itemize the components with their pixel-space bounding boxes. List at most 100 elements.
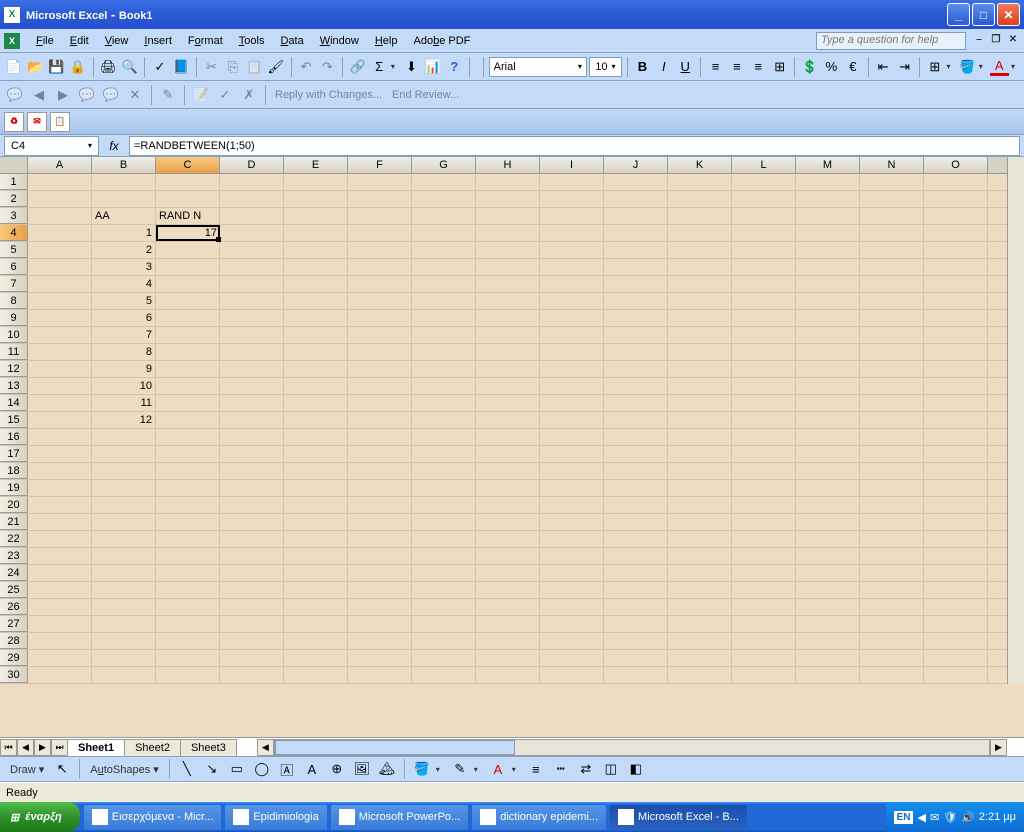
cell-G4[interactable] xyxy=(412,225,476,241)
cell-K22[interactable] xyxy=(668,531,732,547)
cell-O10[interactable] xyxy=(924,327,988,343)
tray-icon[interactable]: 🔊 xyxy=(961,811,975,824)
last-sheet-button[interactable]: ⏭ xyxy=(51,739,68,756)
row-header-24[interactable]: 24 xyxy=(0,565,28,581)
cell-L30[interactable] xyxy=(732,667,796,683)
cell-J1[interactable] xyxy=(604,174,668,190)
cell-C14[interactable] xyxy=(156,395,220,411)
cell-A7[interactable] xyxy=(28,276,92,292)
system-tray[interactable]: EN ◀ ✉ 🛡 🔊 2:21 μμ xyxy=(886,802,1024,832)
cell-K29[interactable] xyxy=(668,650,732,666)
cell-J14[interactable] xyxy=(604,395,668,411)
cell-O15[interactable] xyxy=(924,412,988,428)
cell-I21[interactable] xyxy=(540,514,604,530)
cell-K13[interactable] xyxy=(668,378,732,394)
cell-N3[interactable] xyxy=(860,208,924,224)
cell-D6[interactable] xyxy=(220,259,284,275)
clock[interactable]: 2:21 μμ xyxy=(979,811,1016,823)
first-sheet-button[interactable]: ⏮ xyxy=(0,739,17,756)
cell-E9[interactable] xyxy=(284,310,348,326)
row-header-20[interactable]: 20 xyxy=(0,497,28,513)
cell-I16[interactable] xyxy=(540,429,604,445)
underline-icon[interactable]: U xyxy=(676,56,695,78)
cell-K2[interactable] xyxy=(668,191,732,207)
cell-H25[interactable] xyxy=(476,582,540,598)
cell-N12[interactable] xyxy=(860,361,924,377)
cell-C6[interactable] xyxy=(156,259,220,275)
row-header-17[interactable]: 17 xyxy=(0,446,28,462)
mdi-close-button[interactable]: ✕ xyxy=(1006,34,1020,48)
cell-G23[interactable] xyxy=(412,548,476,564)
tray-icon[interactable]: 🛡 xyxy=(943,811,957,824)
cell-D7[interactable] xyxy=(220,276,284,292)
cell-B19[interactable] xyxy=(92,480,156,496)
cell-D25[interactable] xyxy=(220,582,284,598)
cell-A4[interactable] xyxy=(28,225,92,241)
menu-edit[interactable]: Edit xyxy=(62,32,97,50)
cell-A25[interactable] xyxy=(28,582,92,598)
row-header-29[interactable]: 29 xyxy=(0,650,28,666)
cell-A12[interactable] xyxy=(28,361,92,377)
cell-J6[interactable] xyxy=(604,259,668,275)
cell-I12[interactable] xyxy=(540,361,604,377)
cell-C4[interactable]: 17 xyxy=(156,225,220,241)
cell-L5[interactable] xyxy=(732,242,796,258)
cell-A11[interactable] xyxy=(28,344,92,360)
cell-G17[interactable] xyxy=(412,446,476,462)
cell-O13[interactable] xyxy=(924,378,988,394)
cell-I9[interactable] xyxy=(540,310,604,326)
cell-H1[interactable] xyxy=(476,174,540,190)
cell-A1[interactable] xyxy=(28,174,92,190)
cell-D8[interactable] xyxy=(220,293,284,309)
col-header-M[interactable]: M xyxy=(796,157,860,173)
col-header-J[interactable]: J xyxy=(604,157,668,173)
cell-M8[interactable] xyxy=(796,293,860,309)
cell-F5[interactable] xyxy=(348,242,412,258)
cell-I20[interactable] xyxy=(540,497,604,513)
cell-A19[interactable] xyxy=(28,480,92,496)
menu-format[interactable]: Format xyxy=(180,32,231,50)
cell-I10[interactable] xyxy=(540,327,604,343)
help-icon[interactable]: ? xyxy=(445,56,464,78)
cell-E18[interactable] xyxy=(284,463,348,479)
cell-I23[interactable] xyxy=(540,548,604,564)
cell-D23[interactable] xyxy=(220,548,284,564)
row-header-4[interactable]: 4 xyxy=(0,225,28,241)
cell-H30[interactable] xyxy=(476,667,540,683)
cell-L23[interactable] xyxy=(732,548,796,564)
cell-G19[interactable] xyxy=(412,480,476,496)
cell-M12[interactable] xyxy=(796,361,860,377)
cell-J28[interactable] xyxy=(604,633,668,649)
cell-E4[interactable] xyxy=(284,225,348,241)
cell-C15[interactable] xyxy=(156,412,220,428)
cell-C11[interactable] xyxy=(156,344,220,360)
cell-A27[interactable] xyxy=(28,616,92,632)
cell-I3[interactable] xyxy=(540,208,604,224)
cell-N20[interactable] xyxy=(860,497,924,513)
cell-J2[interactable] xyxy=(604,191,668,207)
cell-K23[interactable] xyxy=(668,548,732,564)
cell-I4[interactable] xyxy=(540,225,604,241)
cell-N10[interactable] xyxy=(860,327,924,343)
autosum-dropdown[interactable]: ▾ xyxy=(391,62,400,71)
cell-J22[interactable] xyxy=(604,531,668,547)
shadow-icon[interactable]: ◫ xyxy=(600,758,622,780)
cell-G28[interactable] xyxy=(412,633,476,649)
cell-E26[interactable] xyxy=(284,599,348,615)
cell-K10[interactable] xyxy=(668,327,732,343)
cell-M14[interactable] xyxy=(796,395,860,411)
cell-E25[interactable] xyxy=(284,582,348,598)
cell-E21[interactable] xyxy=(284,514,348,530)
linecolor-draw-icon[interactable]: ✎ xyxy=(449,758,471,780)
cell-M1[interactable] xyxy=(796,174,860,190)
row-header-9[interactable]: 9 xyxy=(0,310,28,326)
cell-B29[interactable] xyxy=(92,650,156,666)
mdi-minimize-button[interactable]: – xyxy=(972,34,986,48)
minimize-button[interactable]: _ xyxy=(947,3,970,26)
col-header-N[interactable]: N xyxy=(860,157,924,173)
cell-C9[interactable] xyxy=(156,310,220,326)
cell-D1[interactable] xyxy=(220,174,284,190)
cell-L6[interactable] xyxy=(732,259,796,275)
cell-C25[interactable] xyxy=(156,582,220,598)
cell-B23[interactable] xyxy=(92,548,156,564)
